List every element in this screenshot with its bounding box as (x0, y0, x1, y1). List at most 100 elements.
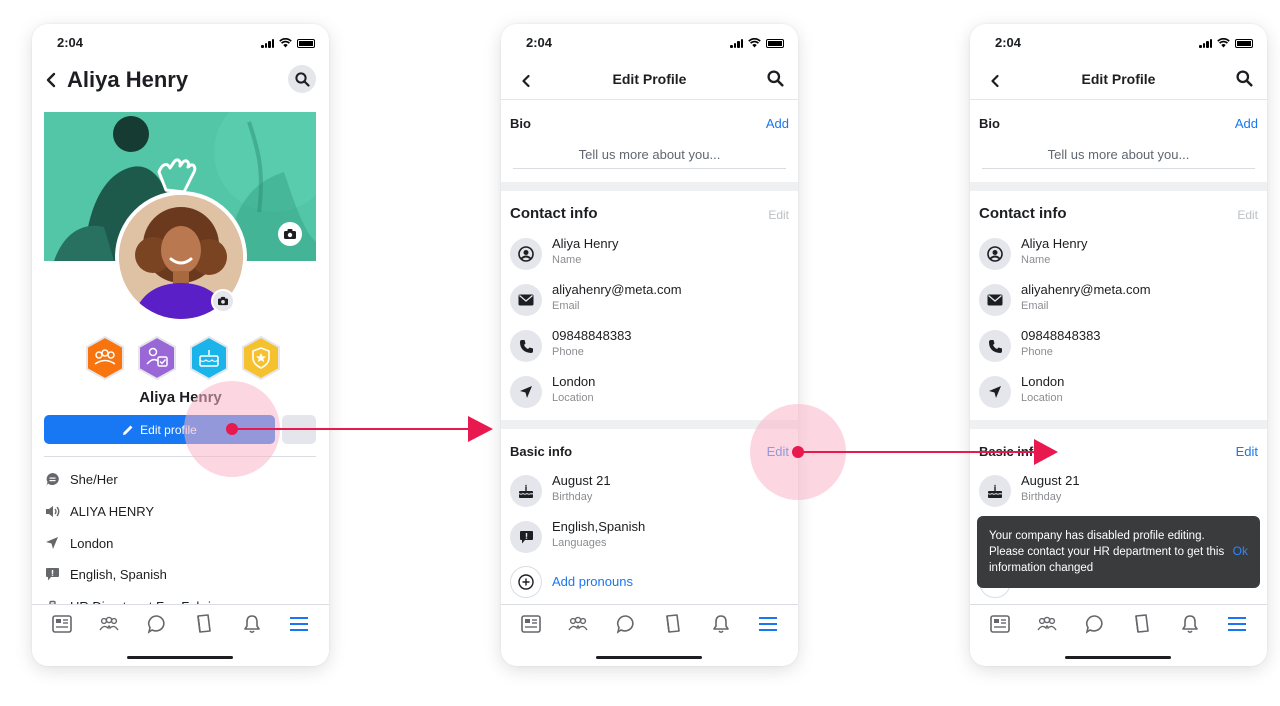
news-feed-icon[interactable] (517, 612, 545, 636)
location-icon (44, 535, 60, 551)
languages-icon (510, 521, 542, 553)
checklist-badge-icon[interactable] (136, 335, 178, 381)
knowledge-library-icon[interactable] (659, 612, 687, 636)
battery-icon (297, 38, 315, 48)
star-shield-badge-icon[interactable] (240, 335, 282, 381)
contact-email-label: Email (1021, 300, 1049, 312)
contact-phone-row: 09848848383 Phone (979, 328, 1258, 368)
menu-icon[interactable] (1223, 612, 1251, 636)
languages-icon (44, 567, 60, 583)
contact-phone-label: Phone (1021, 346, 1053, 358)
toast-message: Your company has disabled profile editin… (989, 530, 1225, 574)
basic-edit-link[interactable]: Edit (767, 444, 789, 459)
phone-icon (510, 330, 542, 362)
home-indicator (127, 656, 233, 659)
contact-phone-value: 09848848383 (552, 328, 632, 343)
more-options-button[interactable] (282, 415, 316, 444)
contact-location-label: Location (552, 392, 594, 404)
contact-location-value: London (1021, 374, 1065, 389)
intro-text: ALIYA HENRY (70, 504, 155, 520)
news-feed-icon[interactable] (48, 612, 76, 636)
search-icon[interactable] (1236, 70, 1253, 92)
intro-text: She/Her (70, 472, 118, 488)
basic-birthday-label: Birthday (552, 491, 593, 503)
bio-input[interactable]: Tell us more about you... (982, 143, 1255, 169)
intro-text: London (70, 535, 114, 551)
basic-birthday-row: August 21 Birthday (979, 473, 1258, 513)
contact-email-value: aliyahenry@meta.com (1021, 282, 1151, 297)
edit-profile-screen: 2:04 Edit Profile Bio Add Tell us more a… (501, 24, 798, 666)
chat-icon[interactable] (143, 612, 171, 636)
contact-email-label: Email (552, 300, 580, 312)
tab-bar (970, 604, 1267, 666)
basic-edit-link[interactable]: Edit (1236, 444, 1258, 459)
news-feed-icon[interactable] (986, 612, 1014, 636)
avatar-camera-icon[interactable] (211, 289, 235, 313)
name-pronunciation-icon (44, 504, 60, 520)
contact-location-value: London (552, 374, 596, 389)
home-indicator (596, 656, 702, 659)
bio-add-link[interactable]: Add (766, 116, 789, 131)
cover-camera-icon[interactable] (278, 222, 302, 246)
contact-name-row: Aliya Henry Name (979, 236, 1258, 276)
pronouns-icon (44, 472, 60, 488)
basic-languages-label: Languages (552, 537, 607, 549)
add-circle-icon (510, 566, 542, 598)
page-title: Edit Profile (1081, 71, 1156, 87)
contact-edit-link-disabled: Edit (768, 208, 789, 222)
intro-item-location: London (44, 527, 317, 559)
add-pronouns-row[interactable]: Add pronouns (510, 564, 789, 604)
notifications-icon[interactable] (707, 612, 735, 636)
contact-email-row: aliyahenry@meta.com Email (979, 282, 1258, 322)
back-arrow-icon[interactable] (40, 69, 62, 91)
status-bar: 2:04 (501, 35, 798, 51)
battery-icon (766, 38, 784, 48)
signal-icon (730, 38, 743, 48)
flow-arrow-head-1 (468, 416, 493, 442)
menu-icon[interactable] (285, 612, 313, 636)
search-button[interactable] (288, 65, 316, 93)
knowledge-library-icon[interactable] (190, 612, 218, 636)
edit-profile-disabled-screen: 2:04 Edit Profile Bio Add Tell us more a… (970, 24, 1267, 666)
intro-item-languages: English, Spanish (44, 559, 317, 591)
toast-ok-button[interactable]: Ok (1233, 544, 1248, 558)
divider (44, 456, 316, 457)
email-icon (979, 284, 1011, 316)
groups-icon[interactable] (1033, 612, 1061, 636)
tab-bar (32, 604, 329, 666)
contact-email-row: aliyahenry@meta.com Email (510, 282, 789, 322)
add-pronouns-link[interactable]: Add pronouns (552, 574, 633, 589)
birthday-badge-icon[interactable] (188, 335, 230, 381)
bio-add-link[interactable]: Add (1235, 116, 1258, 131)
status-time: 2:04 (57, 35, 84, 50)
basic-languages-row: English,Spanish Languages (510, 519, 789, 559)
notifications-icon[interactable] (238, 612, 266, 636)
birthday-cake-icon (979, 475, 1011, 507)
bio-input[interactable]: Tell us more about you... (513, 143, 786, 169)
notifications-icon[interactable] (1176, 612, 1204, 636)
groups-icon[interactable] (95, 612, 123, 636)
edit-profile-button[interactable]: Edit profile (44, 415, 275, 444)
status-time: 2:04 (995, 35, 1022, 50)
knowledge-library-icon[interactable] (1128, 612, 1156, 636)
section-divider (970, 420, 1267, 429)
team-badge-icon[interactable] (84, 335, 126, 381)
groups-icon[interactable] (564, 612, 592, 636)
contact-info-heading: Contact info (979, 205, 1067, 222)
search-icon (294, 71, 310, 87)
menu-icon[interactable] (754, 612, 782, 636)
status-icons (730, 38, 784, 48)
search-icon[interactable] (767, 70, 784, 92)
tab-bar (501, 604, 798, 666)
contact-name-value: Aliya Henry (1021, 236, 1088, 251)
edit-profile-label: Edit profile (140, 422, 197, 437)
section-divider (970, 182, 1267, 191)
bio-heading: Bio (979, 116, 1000, 131)
chat-icon[interactable] (1081, 612, 1109, 636)
chat-icon[interactable] (612, 612, 640, 636)
intro-item-name-pronunciation: ALIYA HENRY (44, 496, 317, 528)
page-title: Edit Profile (612, 71, 687, 87)
contact-name-label: Name (1021, 254, 1051, 266)
basic-birthday-label: Birthday (1021, 491, 1062, 503)
phone-icon (979, 330, 1011, 362)
